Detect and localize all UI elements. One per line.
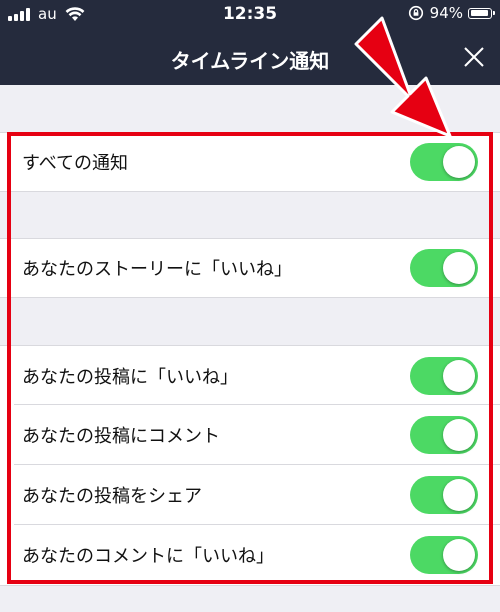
setting-label: あなたの投稿にコメント xyxy=(22,426,220,447)
setting-label: あなたのコメントに「いいね」 xyxy=(22,546,274,567)
toggle-knob xyxy=(443,479,475,511)
toggle-knob xyxy=(443,146,475,178)
setting-row-post-share: あなたの投稿をシェア xyxy=(0,465,500,525)
rotation-lock-icon xyxy=(408,5,423,21)
close-icon xyxy=(464,47,484,67)
toggle-knob xyxy=(443,252,475,284)
toggle-story-like[interactable] xyxy=(410,249,478,287)
page-title: タイムライン通知 xyxy=(170,49,330,73)
toggle-post-like[interactable] xyxy=(410,356,478,395)
battery-fill xyxy=(470,10,489,16)
close-button[interactable] xyxy=(460,43,488,71)
setting-row-post-comment: あなたの投稿にコメント xyxy=(0,405,500,465)
setting-label: あなたのストーリーに「いいね」 xyxy=(22,259,292,280)
status-right: 94% xyxy=(408,4,495,22)
toggle-comment-like[interactable] xyxy=(410,536,478,574)
section-border xyxy=(0,297,500,298)
battery-percent: 94% xyxy=(429,4,463,22)
setting-label: あなたの投稿をシェア xyxy=(22,486,202,507)
section-border xyxy=(0,585,500,586)
toggle-all-notifications[interactable] xyxy=(410,143,478,181)
section-border xyxy=(0,191,500,192)
setting-row-all: すべての通知 xyxy=(0,133,500,191)
setting-label: すべての通知 xyxy=(22,153,129,174)
toggle-knob xyxy=(443,359,475,392)
toggle-post-share[interactable] xyxy=(410,476,478,514)
nav-bar: タイムライン通知 xyxy=(0,30,500,85)
setting-row-comment-like: あなたのコメントに「いいね」 xyxy=(0,525,500,585)
toggle-knob xyxy=(443,539,475,571)
setting-row-story-like: あなたのストーリーに「いいね」 xyxy=(0,239,500,297)
toggle-post-comment[interactable] xyxy=(410,416,478,454)
setting-row-post-like: あなたの投稿に「いいね」 xyxy=(0,346,500,405)
battery-icon xyxy=(468,7,495,19)
setting-label: あなたの投稿に「いいね」 xyxy=(22,366,238,388)
status-bar: au 12:35 94% xyxy=(0,0,500,30)
toggle-knob xyxy=(443,419,475,451)
